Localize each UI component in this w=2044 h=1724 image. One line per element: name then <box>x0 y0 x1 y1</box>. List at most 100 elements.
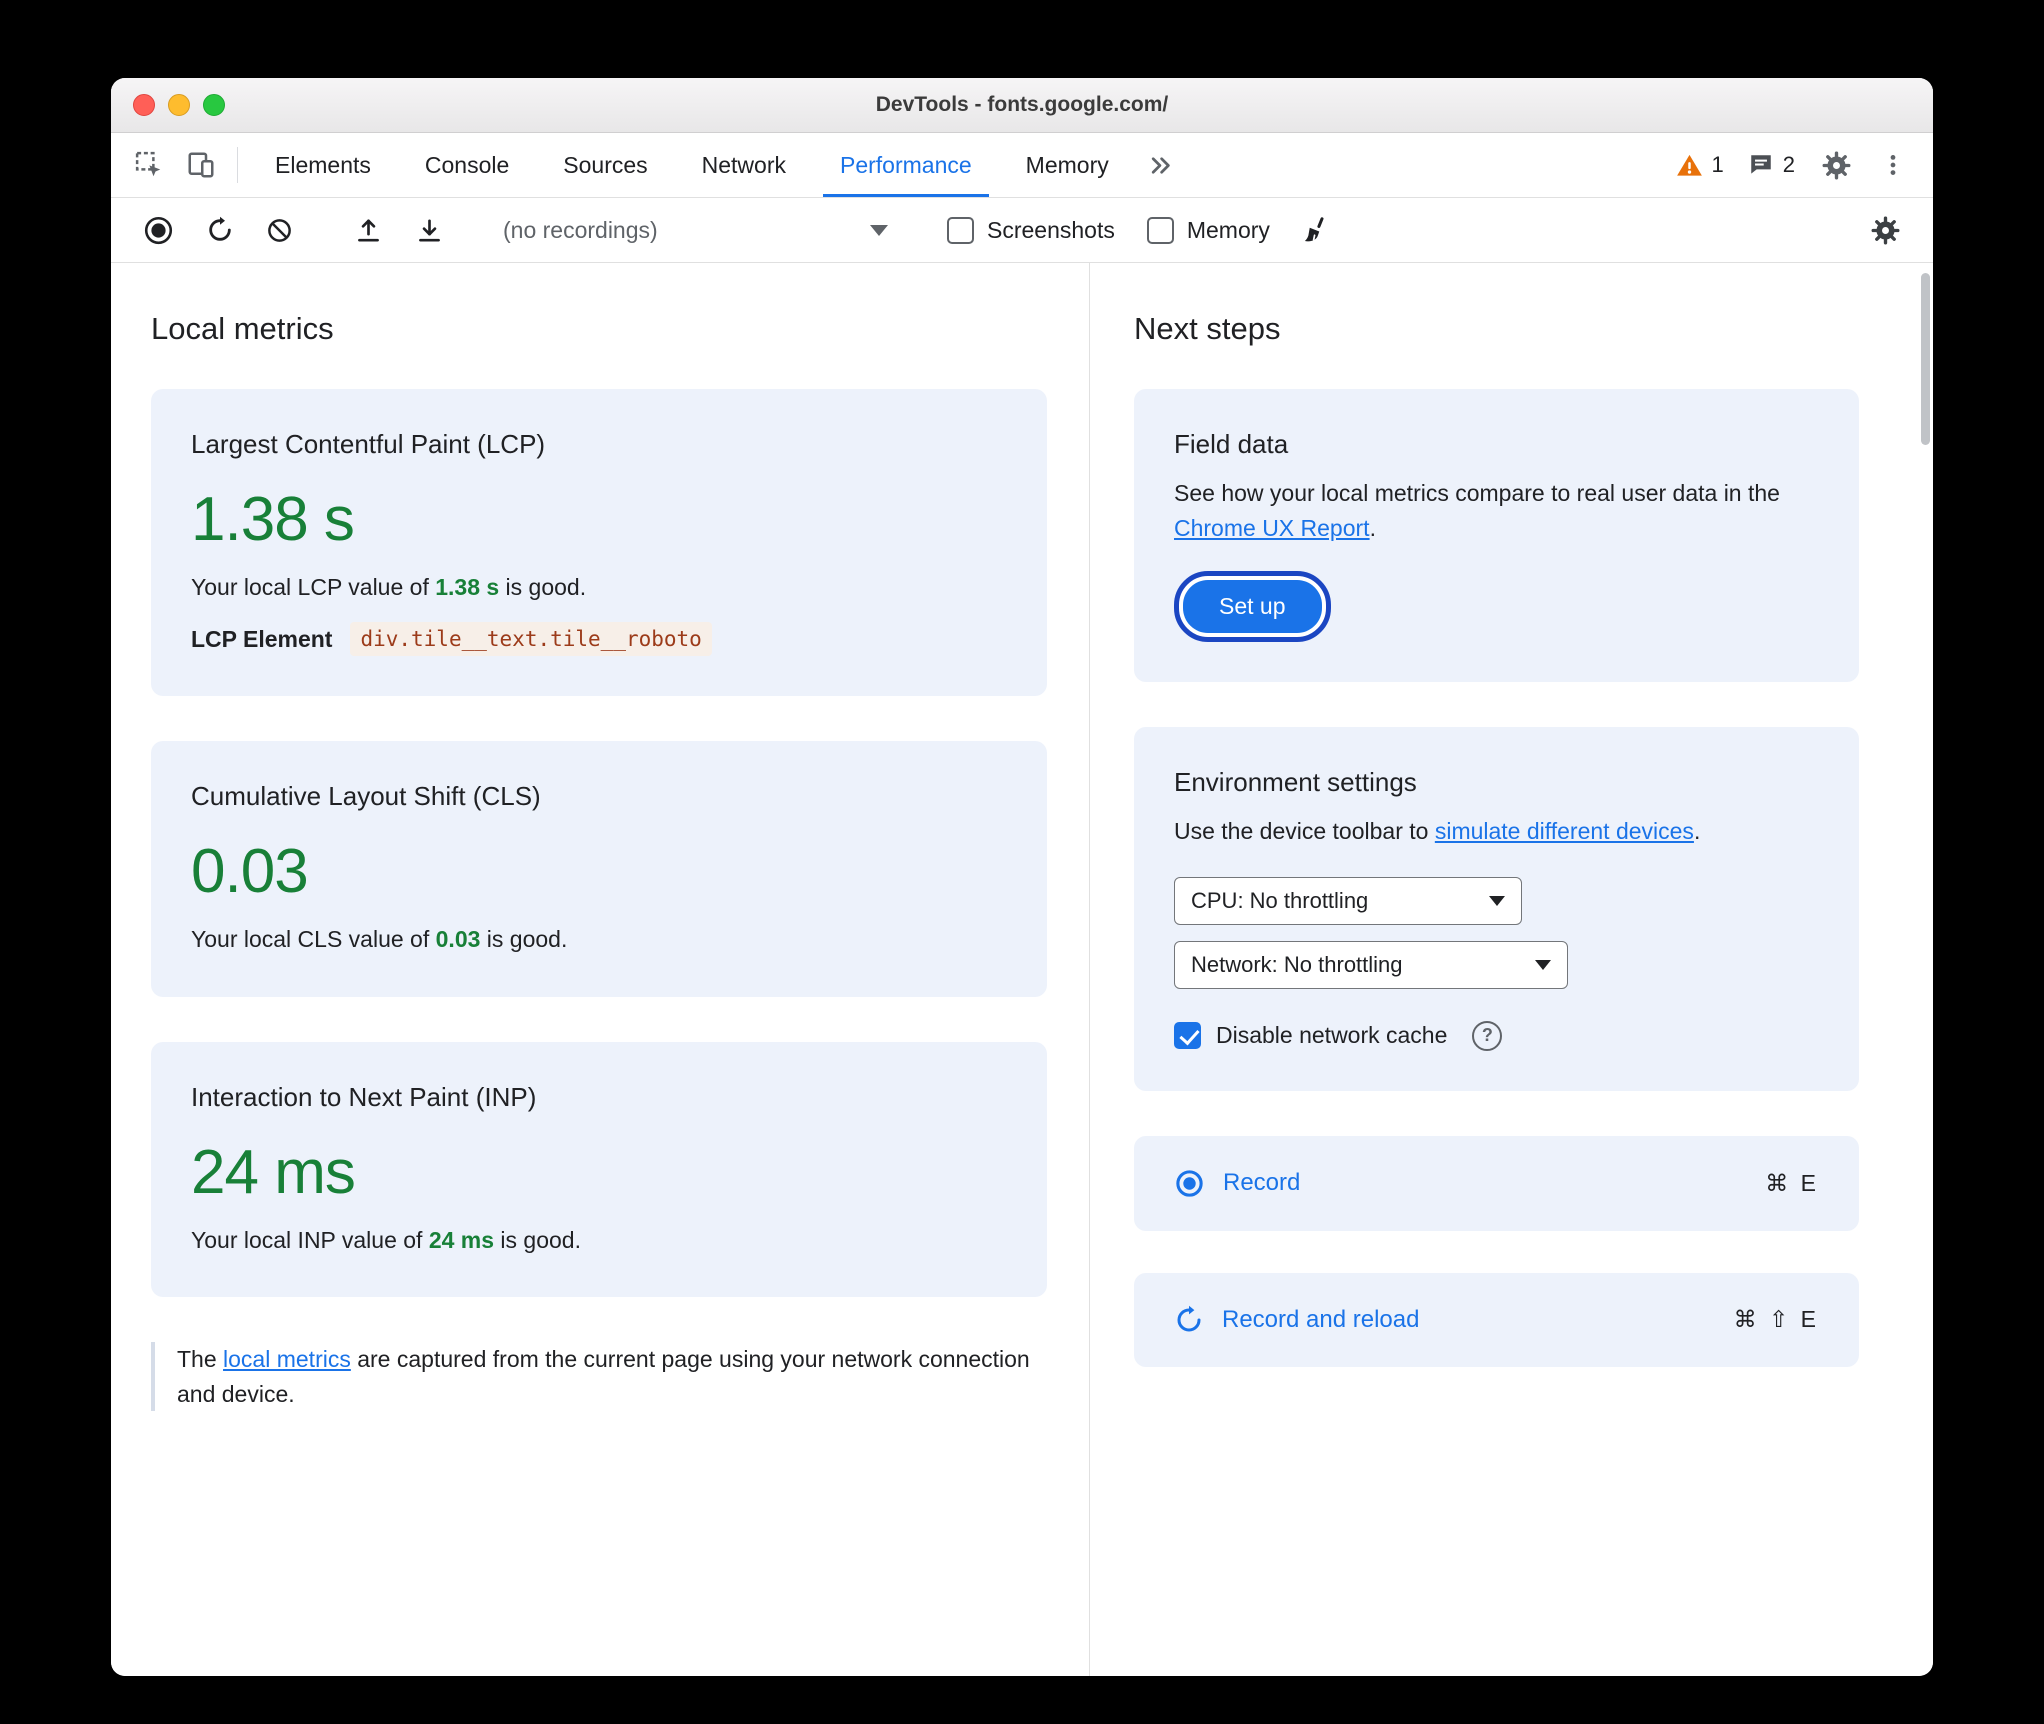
lcp-element-link[interactable]: div.tile__text.tile__roboto <box>350 622 712 657</box>
divider <box>237 147 238 183</box>
warnings-button[interactable]: 1 <box>1667 152 1733 179</box>
recordings-select[interactable]: (no recordings) <box>493 217 898 244</box>
performance-panel-content: Local metrics Largest Contentful Paint (… <box>111 263 1933 1676</box>
minimize-window-button[interactable] <box>168 94 190 116</box>
record-action: Record <box>1174 1168 1300 1199</box>
field-data-card: Field data See how your local metrics co… <box>1134 389 1859 682</box>
issues-button[interactable]: 2 <box>1739 152 1804 178</box>
cls-title: Cumulative Layout Shift (CLS) <box>191 781 541 812</box>
zoom-window-button[interactable] <box>203 94 225 116</box>
record-row[interactable]: Record ⌘ E <box>1134 1135 1859 1231</box>
issue-count: 2 <box>1782 152 1795 177</box>
save-profile-button[interactable] <box>403 216 456 245</box>
setup-button-focus-ring: Set up <box>1174 571 1331 642</box>
help-icon[interactable] <box>1472 1020 1503 1051</box>
inp-card: Interaction to Next Paint (INP) 24 ms Yo… <box>151 1041 1047 1298</box>
memory-checkbox[interactable] <box>1146 216 1174 244</box>
download-icon <box>415 216 444 245</box>
local-metrics-heading: Local metrics <box>151 311 334 346</box>
tab-sources[interactable]: Sources <box>536 133 674 197</box>
inspect-button[interactable] <box>123 133 175 197</box>
devtools-settings-button[interactable] <box>1810 150 1863 181</box>
tab-network[interactable]: Network <box>675 133 813 197</box>
record-button[interactable] <box>131 215 186 246</box>
tab-memory[interactable]: Memory <box>999 133 1136 197</box>
record-icon <box>143 215 174 246</box>
chrome-ux-report-link[interactable]: Chrome UX Report <box>1174 515 1370 541</box>
inp-value: 24 ms <box>191 1137 356 1207</box>
more-tabs-button[interactable] <box>1136 133 1185 197</box>
warning-icon <box>1676 152 1703 179</box>
local-metrics-note: The local metrics are captured from the … <box>151 1342 1047 1412</box>
lcp-card: Largest Contentful Paint (LCP) 1.38 s Yo… <box>151 389 1047 697</box>
field-data-description: See how your local metrics compare to re… <box>1174 480 1780 541</box>
gear-icon <box>1821 150 1852 181</box>
close-window-button[interactable] <box>133 94 155 116</box>
cpu-throttle-value: CPU: No throttling <box>1191 887 1369 913</box>
record-radio-icon <box>1174 1168 1205 1199</box>
memory-option[interactable]: Memory <box>1135 216 1282 244</box>
chevron-down-icon <box>870 224 888 236</box>
tab-console[interactable]: Console <box>398 133 536 197</box>
devtools-window: DevTools - fonts.google.com/ Elements Co… <box>111 78 1933 1676</box>
reload-icon <box>1174 1305 1204 1335</box>
chevron-down-icon <box>1535 959 1551 970</box>
scrollbar-thumb[interactable] <box>1921 273 1930 445</box>
lcp-title: Largest Contentful Paint (LCP) <box>191 429 546 459</box>
next-steps-pane: Next steps Field data See how your local… <box>1090 263 1933 1676</box>
inspect-icon <box>134 150 164 180</box>
tabbar-right-controls: 1 2 <box>1667 133 1918 197</box>
devtools-menu-button[interactable] <box>1869 152 1917 178</box>
environment-settings-card: Environment settings Use the device tool… <box>1134 727 1859 1091</box>
screenshots-checkbox[interactable] <box>947 216 974 244</box>
cls-description: Your local CLS value of 0.03 is good. <box>191 926 568 953</box>
disable-cache-checkbox[interactable] <box>1174 1022 1201 1049</box>
cpu-throttle-select[interactable]: CPU: No throttling <box>1174 876 1522 925</box>
block-icon <box>266 217 293 244</box>
record-and-reload-label: Record and reload <box>1222 1305 1420 1333</box>
lcp-value: 1.38 s <box>191 485 355 554</box>
disable-cache-option[interactable]: Disable network cache <box>1174 1020 1819 1051</box>
panel-tabs: Elements Console Sources Network Perform… <box>248 133 1185 197</box>
tab-performance[interactable]: Performance <box>813 133 999 197</box>
record-label: Record <box>1223 1169 1301 1196</box>
capture-settings-button[interactable] <box>1858 215 1913 246</box>
environment-settings-description: Use the device toolbar to simulate diffe… <box>1174 818 1701 844</box>
disable-cache-label: Disable network cache <box>1216 1022 1448 1048</box>
record-and-reload-row[interactable]: Record and reload ⌘ ⇧ E <box>1134 1272 1859 1367</box>
simulate-devices-link[interactable]: simulate different devices <box>1435 818 1694 844</box>
screenshots-label: Screenshots <box>987 216 1115 243</box>
clear-button[interactable] <box>254 217 305 244</box>
cls-card: Cumulative Layout Shift (CLS) 0.03 Your … <box>151 741 1047 997</box>
lcp-description: Your local LCP value of 1.38 s is good. <box>191 574 587 600</box>
lcp-element-row: LCP Element div.tile__text.tile__roboto <box>191 622 1007 657</box>
collect-garbage-button[interactable] <box>1290 215 1344 245</box>
window-title: DevTools - fonts.google.com/ <box>875 93 1169 116</box>
devtools-tabbar: Elements Console Sources Network Perform… <box>111 133 1933 198</box>
load-profile-button[interactable] <box>342 216 395 245</box>
cls-value: 0.03 <box>191 837 309 907</box>
device-toolbar-button[interactable] <box>175 133 227 197</box>
recordings-select-value: (no recordings) <box>503 216 658 243</box>
screenshots-option[interactable]: Screenshots <box>935 216 1127 244</box>
inp-description: Your local INP value of 24 ms is good. <box>191 1226 581 1253</box>
network-throttle-value: Network: No throttling <box>1191 951 1403 977</box>
kebab-menu-icon <box>1880 152 1906 178</box>
reload-record-button[interactable] <box>194 216 246 244</box>
device-toolbar-icon <box>186 150 216 180</box>
chevron-double-right-icon <box>1147 152 1174 179</box>
local-metrics-link[interactable]: local metrics <box>223 1346 351 1372</box>
performance-toolbar: (no recordings) Screenshots Memory <box>111 198 1933 263</box>
record-and-reload-shortcut: ⌘ ⇧ E <box>1733 1306 1819 1332</box>
lcp-element-label: LCP Element <box>191 625 333 652</box>
network-throttle-select[interactable]: Network: No throttling <box>1174 940 1568 989</box>
throttle-selects: CPU: No throttling Network: No throttlin… <box>1174 876 1819 989</box>
record-and-reload-action: Record and reload <box>1174 1305 1419 1335</box>
upload-icon <box>354 216 383 245</box>
setup-button[interactable]: Set up <box>1183 580 1322 633</box>
warning-count: 1 <box>1711 152 1724 177</box>
tab-elements[interactable]: Elements <box>248 133 398 197</box>
chevron-down-icon <box>1489 895 1505 906</box>
memory-label: Memory <box>1186 216 1270 243</box>
record-shortcut: ⌘ E <box>1765 1169 1819 1196</box>
